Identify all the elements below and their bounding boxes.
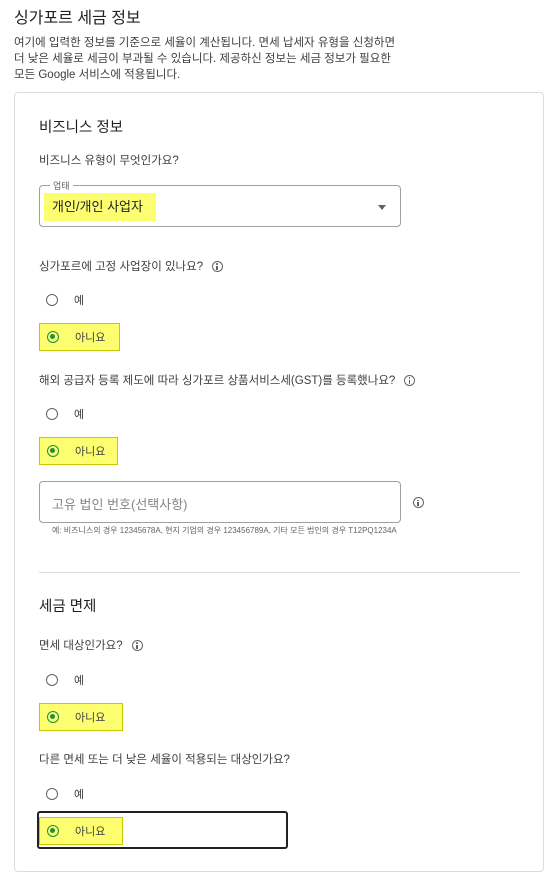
radio-icon[interactable] xyxy=(46,788,58,800)
fixed-place-yes-option[interactable]: 예 xyxy=(39,287,189,313)
reduced-rate-yes-option[interactable]: 예 xyxy=(39,781,189,807)
intro-text: 여기에 입력한 정보를 기준으로 세율이 계산됩니다. 면세 납세자 유형을 신… xyxy=(14,35,414,83)
info-icon[interactable] xyxy=(404,374,416,386)
uen-helper-text: 예: 비즈니스의 경우 12345678A, 현지 기업의 경우 1234567… xyxy=(52,526,397,535)
fixed-place-question: 싱가포르에 고정 사업장이 있나요? xyxy=(39,258,224,274)
dropdown-caret-icon xyxy=(378,205,386,210)
reduced-rate-no-option[interactable]: 아니요 xyxy=(39,817,123,845)
exempt-yes-option[interactable]: 예 xyxy=(39,667,189,693)
intro-line: 더 낮은 세율로 세금이 부과될 수 있습니다. 제공하신 정보는 세금 정보가… xyxy=(14,53,391,65)
radio-label: 예 xyxy=(74,675,85,687)
fixed-place-question-text: 싱가포르에 고정 사업장이 있나요? xyxy=(39,261,204,273)
reduced-rate-question: 다른 면세 또는 더 낮은 세율이 적용되는 대상인가요? xyxy=(39,754,290,766)
radio-icon[interactable] xyxy=(46,294,58,306)
radio-icon[interactable] xyxy=(46,674,58,686)
exempt-question-text: 면세 대상인가요? xyxy=(39,640,123,652)
radio-icon[interactable] xyxy=(46,408,58,420)
section-divider xyxy=(39,572,520,573)
radio-label: 아니요 xyxy=(75,332,106,344)
gst-question: 해외 공급자 등록 제도에 따라 싱가포르 상품서비스세(GST)를 등록했나요… xyxy=(39,372,416,388)
fixed-place-no-option[interactable]: 아니요 xyxy=(39,323,120,351)
radio-selected-icon[interactable] xyxy=(47,445,59,457)
radio-label: 예 xyxy=(74,295,85,307)
radio-label: 예 xyxy=(74,409,85,421)
info-icon[interactable] xyxy=(413,497,424,508)
business-type-legend: 업태 xyxy=(50,179,73,192)
business-type-question: 비즈니스 유형이 무엇인가요? xyxy=(39,155,179,167)
gst-question-text: 해외 공급자 등록 제도에 따라 싱가포르 상품서비스세(GST)를 등록했나요… xyxy=(39,375,396,387)
page-title: 싱가포르 세금 정보 xyxy=(14,10,141,27)
business-type-select[interactable]: 업태 개인/개인 사업자 xyxy=(39,179,401,227)
radio-selected-icon[interactable] xyxy=(47,711,59,723)
tax-exemption-heading: 세금 면제 xyxy=(39,599,97,615)
radio-label: 예 xyxy=(74,789,85,801)
business-type-value: 개인/개인 사업자 xyxy=(44,193,156,221)
info-icon[interactable] xyxy=(131,639,143,651)
intro-line: 여기에 입력한 정보를 기준으로 세율이 계산됩니다. 면세 납세자 유형을 신… xyxy=(14,37,396,49)
uen-input[interactable]: 고유 법인 번호(선택사항) xyxy=(39,481,401,523)
business-info-heading: 비즈니스 정보 xyxy=(39,120,124,136)
radio-label: 아니요 xyxy=(75,446,106,458)
radio-label: 아니요 xyxy=(75,826,106,838)
intro-line: 모든 Google 서비스에 적용됩니다. xyxy=(14,69,181,81)
radio-label: 아니요 xyxy=(75,712,106,724)
gst-no-option[interactable]: 아니요 xyxy=(39,437,118,465)
exempt-no-option[interactable]: 아니요 xyxy=(39,703,123,731)
radio-selected-icon[interactable] xyxy=(47,825,59,837)
radio-selected-icon[interactable] xyxy=(47,331,59,343)
gst-yes-option[interactable]: 예 xyxy=(39,401,189,427)
exempt-question: 면세 대상인가요? xyxy=(39,637,143,653)
info-icon[interactable] xyxy=(212,260,224,272)
